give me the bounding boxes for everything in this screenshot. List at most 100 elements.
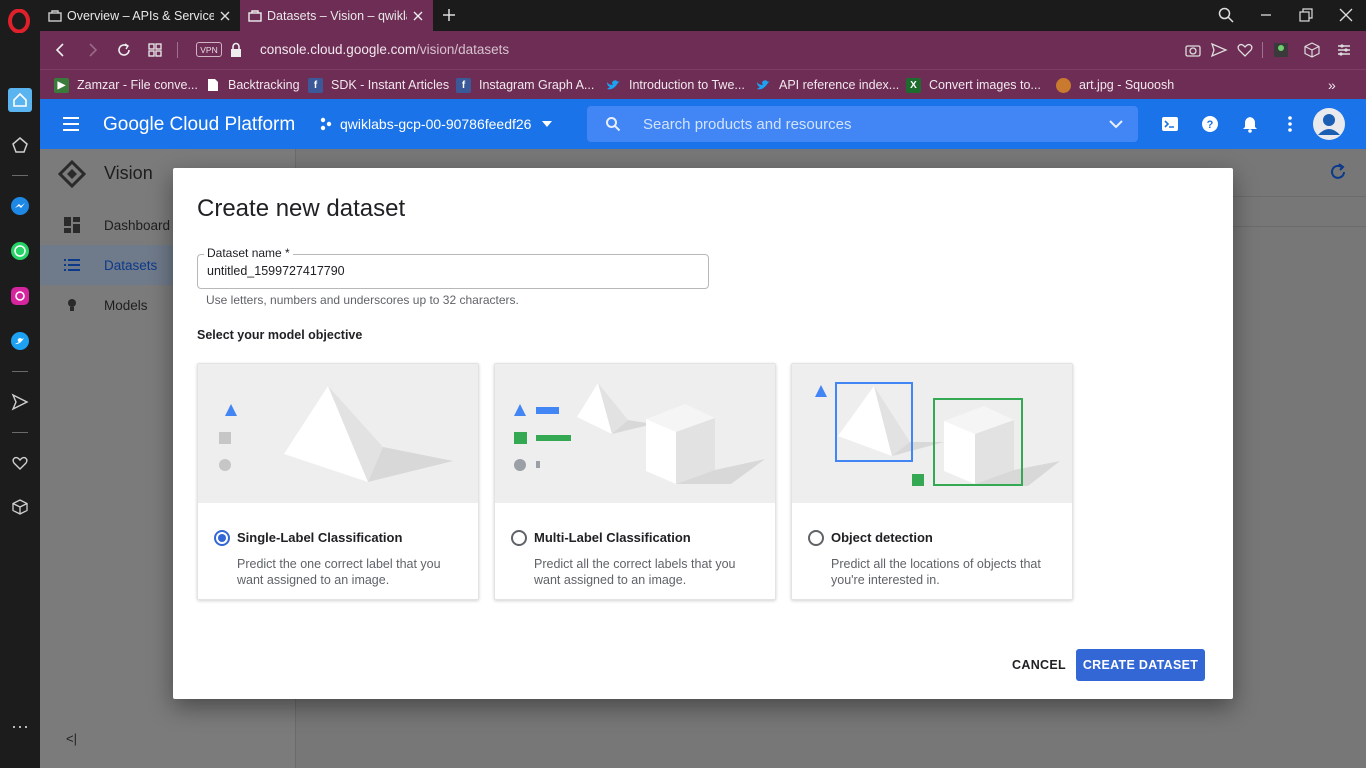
squoosh-icon: [1056, 77, 1071, 93]
sidebar-divider: [12, 432, 28, 433]
back-icon[interactable]: [52, 41, 70, 59]
bookmarks-overflow-icon[interactable]: »: [1328, 76, 1336, 94]
bookmark-item[interactable]: Backtracking: [205, 76, 300, 94]
option-single-label[interactable]: Single-Label Classification Predict the …: [197, 363, 479, 600]
option-object-detection[interactable]: Object detection Predict all the locatio…: [791, 363, 1073, 600]
lock-icon[interactable]: [229, 42, 243, 58]
objective-label: Select your model objective: [197, 328, 363, 342]
search-box[interactable]: Search products and resources: [587, 106, 1138, 142]
option-multi-label[interactable]: Multi-Label Classification Predict all t…: [494, 363, 776, 600]
reload-icon[interactable]: [115, 41, 133, 59]
whatsapp-icon[interactable]: [8, 239, 32, 263]
more-vert-icon[interactable]: [1281, 115, 1299, 133]
new-tab-icon[interactable]: [440, 6, 458, 24]
chevron-down-icon[interactable]: [1108, 117, 1124, 131]
speed-dial-icon[interactable]: [8, 133, 32, 157]
home-icon[interactable]: [8, 88, 32, 112]
radio-object-detection[interactable]: [808, 530, 824, 546]
tab-bar: Overview – APIs & Services Datasets – Vi…: [40, 0, 1366, 31]
gcp-topbar: Google Cloud Platform qwiklabs-gcp-00-90…: [40, 99, 1366, 149]
cube-icon[interactable]: [8, 495, 32, 519]
option-description: Predict all the correct labels that you …: [534, 557, 736, 587]
project-selector[interactable]: qwiklabs-gcp-00-90786feedf26: [318, 116, 554, 132]
bookmark-label: SDK - Instant Articles: [331, 78, 450, 92]
address-bar: VPN console.cloud.google.com/vision/data…: [40, 31, 1366, 69]
notifications-icon[interactable]: [1241, 115, 1259, 133]
avatar[interactable]: [1313, 108, 1345, 140]
twitter-icon: [756, 78, 771, 93]
search-icon: [606, 117, 621, 132]
twitter-icon[interactable]: [8, 329, 32, 353]
bookmark-item[interactable]: f SDK - Instant Articles: [308, 76, 449, 94]
dataset-name-input[interactable]: [207, 264, 697, 278]
vision-logo-icon: [57, 159, 87, 189]
radio-multi-label[interactable]: [511, 530, 527, 546]
tabs-grid-icon[interactable]: [146, 41, 164, 59]
bookmark-item[interactable]: ▶ Zamzar - File conve...: [54, 76, 198, 94]
tab-overview[interactable]: Overview – APIs & Services: [40, 0, 240, 31]
list-icon: [64, 259, 80, 271]
facebook-icon: f: [308, 77, 323, 93]
bookmark-item[interactable]: art.jpg - Squoosh: [1056, 76, 1174, 94]
bookmark-label: Instagram Graph A...: [479, 78, 595, 92]
bookmark-label: Zamzar - File conve...: [77, 78, 198, 92]
product-title: Vision: [104, 163, 153, 183]
object-detection-illustration: [792, 364, 1072, 503]
cancel-button[interactable]: CANCEL: [1007, 651, 1071, 679]
help-icon[interactable]: ?: [1201, 115, 1219, 133]
radio-single-label[interactable]: [214, 530, 230, 546]
project-name: qwiklabs-gcp-00-90786feedf26: [340, 116, 532, 132]
tab-datasets[interactable]: Datasets – Vision – qwiklabs: [240, 0, 433, 31]
api-tab-icon: [48, 9, 62, 22]
instagram-icon[interactable]: [8, 284, 32, 308]
gcp-brand[interactable]: Google Cloud Platform: [103, 114, 295, 136]
heart-icon[interactable]: [8, 451, 32, 475]
bookmark-heart-icon[interactable]: [1236, 41, 1254, 59]
easy-setup-icon[interactable]: [1335, 41, 1353, 59]
cloud-shell-icon[interactable]: [1161, 115, 1179, 133]
search-input[interactable]: Search products and resources: [643, 116, 851, 133]
tab-title: Datasets – Vision – qwiklabs: [267, 8, 407, 23]
create-dataset-dialog: Create new dataset Dataset name * Use le…: [173, 168, 1233, 699]
send-page-icon[interactable]: [1210, 41, 1228, 59]
send-icon[interactable]: [8, 390, 32, 414]
divider: [177, 42, 178, 58]
sidebar-item-label: Dashboard: [104, 217, 171, 233]
vpn-badge[interactable]: VPN: [196, 42, 222, 57]
sidebar-divider: [12, 371, 28, 372]
camera-icon[interactable]: [1184, 41, 1202, 59]
extension-icon[interactable]: [1272, 41, 1290, 59]
facebook-icon: f: [456, 77, 471, 93]
svg-text:?: ?: [1207, 119, 1214, 131]
bookmark-item[interactable]: X Convert images to...: [906, 76, 1041, 94]
collapse-nav-icon[interactable]: <|: [66, 731, 77, 746]
more-icon[interactable]: ···: [8, 714, 32, 738]
messenger-icon[interactable]: [8, 194, 32, 218]
menu-icon[interactable]: [61, 114, 81, 134]
opera-logo-icon[interactable]: [8, 9, 30, 33]
multi-label-illustration: [495, 364, 775, 503]
bookmark-label: Backtracking: [228, 78, 300, 92]
bookmark-item[interactable]: f Instagram Graph A...: [456, 76, 594, 94]
close-icon[interactable]: [411, 9, 425, 23]
bookmark-item[interactable]: Introduction to Twe...: [606, 76, 745, 94]
divider: [1262, 42, 1263, 58]
search-tabs-icon[interactable]: [1217, 6, 1235, 24]
bookmark-label: art.jpg - Squoosh: [1079, 78, 1175, 92]
sidebar-divider: [12, 175, 28, 176]
bookmark-label: Convert images to...: [929, 78, 1041, 92]
page-icon: [205, 78, 220, 93]
restore-icon[interactable]: [1297, 6, 1315, 24]
url-field[interactable]: console.cloud.google.com/vision/datasets: [260, 42, 509, 57]
window-close-icon[interactable]: [1337, 6, 1355, 24]
close-icon[interactable]: [218, 9, 232, 23]
box-extension-icon[interactable]: [1303, 41, 1321, 59]
api-tab-icon: [248, 9, 262, 22]
minimize-icon[interactable]: [1257, 6, 1275, 24]
create-dataset-button[interactable]: CREATE DATASET: [1076, 649, 1205, 681]
forward-icon[interactable]: [83, 41, 101, 59]
bookmark-item[interactable]: API reference index...: [756, 76, 899, 94]
refresh-icon[interactable]: [1328, 162, 1348, 182]
sidebar-item-label: Models: [104, 297, 148, 313]
dataset-name-field[interactable]: Dataset name *: [197, 246, 709, 289]
